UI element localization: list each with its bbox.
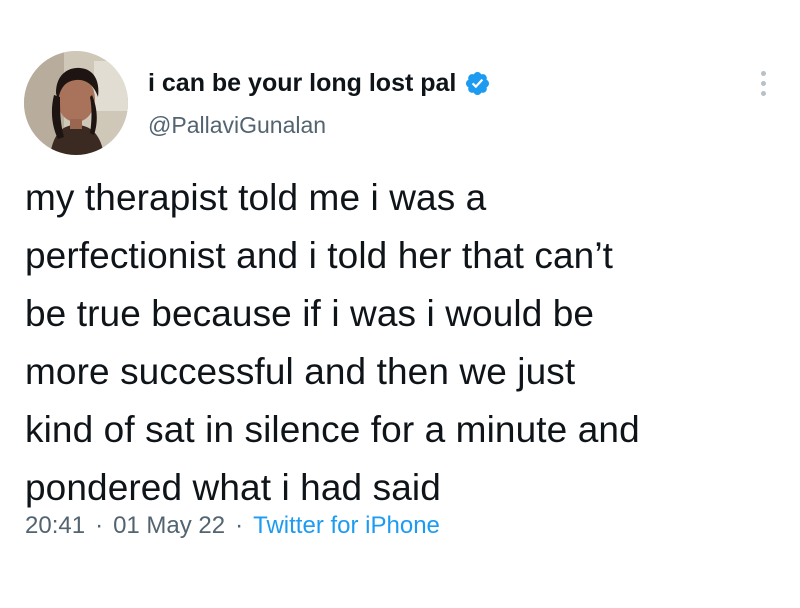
- tweet-time[interactable]: 20:41: [25, 512, 85, 540]
- tweet-source-link[interactable]: Twitter for iPhone: [253, 512, 440, 540]
- tweet-card: i can be your long lost pal @PallaviGuna…: [0, 0, 800, 608]
- verified-badge-icon: [464, 70, 491, 97]
- author-info: i can be your long lost pal @PallaviGuna…: [148, 66, 688, 139]
- name-row: i can be your long lost pal: [148, 66, 688, 100]
- meta-separator: ·: [235, 512, 244, 539]
- avatar-photo-icon: [24, 51, 128, 155]
- avatar[interactable]: [24, 51, 128, 155]
- more-options-icon[interactable]: [752, 66, 774, 100]
- display-name[interactable]: i can be your long lost pal: [148, 69, 456, 98]
- tweet-text-line: pondered what i had said: [25, 467, 441, 508]
- tweet-text-line: perfectionist and i told her that can’t: [25, 235, 614, 276]
- tweet-text-line: my therapist told me i was a: [25, 177, 487, 218]
- tweet-text-line: kind of sat in silence for a minute and: [25, 409, 640, 450]
- tweet-date[interactable]: 01 May 22: [113, 512, 225, 540]
- author-handle[interactable]: @PallaviGunalan: [148, 112, 688, 139]
- tweet-text-line: be true because if i was i would be: [25, 293, 595, 334]
- more-dot-icon: [760, 80, 766, 86]
- tweet-text: my therapist told me i was a perfectioni…: [25, 169, 785, 517]
- meta-separator: ·: [95, 512, 104, 539]
- tweet-meta: 20:41 · 01 May 22 · Twitter for iPhone: [25, 512, 440, 540]
- tweet-text-line: more successful and then we just: [25, 351, 576, 392]
- more-dot-icon: [760, 90, 766, 96]
- more-dot-icon: [760, 70, 766, 76]
